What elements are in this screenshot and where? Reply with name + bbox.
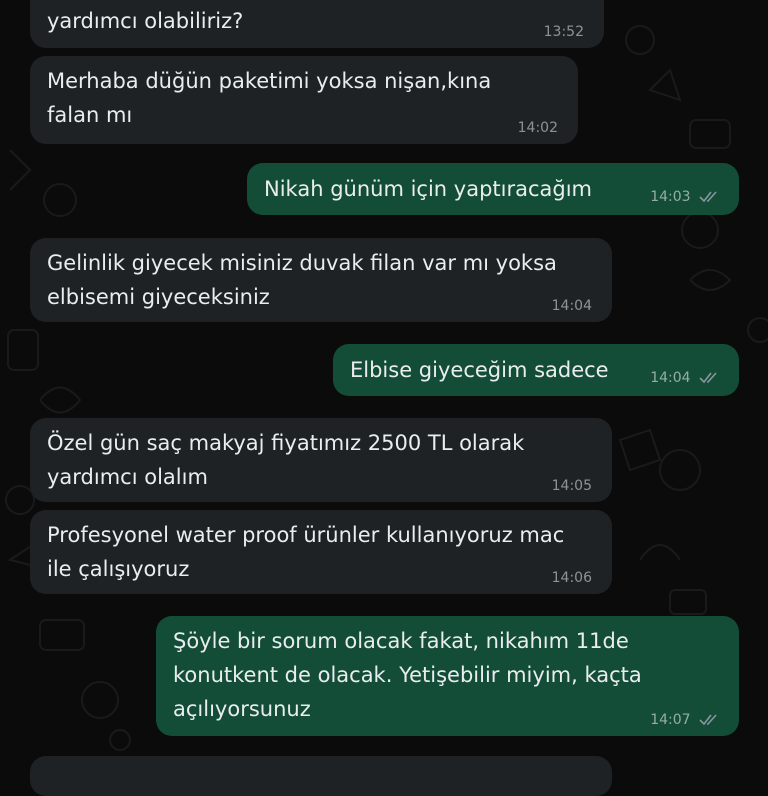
double-check-icon: [699, 372, 717, 384]
message-time: 14:04: [551, 298, 592, 314]
message-incoming[interactable]: yardımcı olabiliriz? 13:52: [30, 0, 604, 48]
message-incoming-partial[interactable]: [30, 756, 612, 796]
message-outgoing[interactable]: Şöyle bir sorum olacak fakat, nikahım 11…: [156, 616, 739, 736]
message-time: 14:02: [517, 120, 558, 136]
message-time-wrap: 14:03: [650, 189, 719, 205]
message-time: 14:04: [650, 370, 691, 386]
message-text: Şöyle bir sorum olacak fakat, nikahım 11…: [173, 629, 642, 721]
message-text: Gelinlik giyecek misiniz duvak filan var…: [47, 251, 557, 309]
message-outgoing[interactable]: Elbise giyeceğim sadece 14:04: [333, 344, 739, 396]
message-text: Profesyonel water proof ürünler kullanıy…: [47, 523, 565, 581]
message-incoming[interactable]: Özel gün saç makyaj fiyatımız 2500 TL ol…: [30, 418, 612, 502]
message-time-wrap: 14:04: [650, 370, 719, 386]
message-time: 14:07: [650, 712, 691, 728]
message-time: 14:05: [551, 478, 592, 494]
double-check-icon: [699, 191, 717, 203]
message-incoming[interactable]: Gelinlik giyecek misiniz duvak filan var…: [30, 238, 612, 322]
message-incoming[interactable]: Profesyonel water proof ürünler kullanıy…: [30, 510, 612, 594]
double-check-icon: [699, 714, 717, 726]
message-time: 14:03: [650, 189, 691, 205]
message-time: 14:06: [551, 570, 592, 586]
message-incoming[interactable]: Merhaba düğün paketimi yoksa nişan,kına …: [30, 56, 578, 144]
message-text: Nikah günüm için yaptıracağım: [264, 177, 593, 201]
message-time-wrap: 14:07: [650, 712, 719, 728]
message-text: Özel gün saç makyaj fiyatımız 2500 TL ol…: [47, 431, 525, 489]
message-time: 13:52: [543, 24, 584, 40]
message-text: Merhaba düğün paketimi yoksa nişan,kına …: [47, 69, 492, 127]
message-text: yardımcı olabiliriz?: [47, 9, 244, 33]
message-outgoing[interactable]: Nikah günüm için yaptıracağım 14:03: [247, 163, 739, 215]
